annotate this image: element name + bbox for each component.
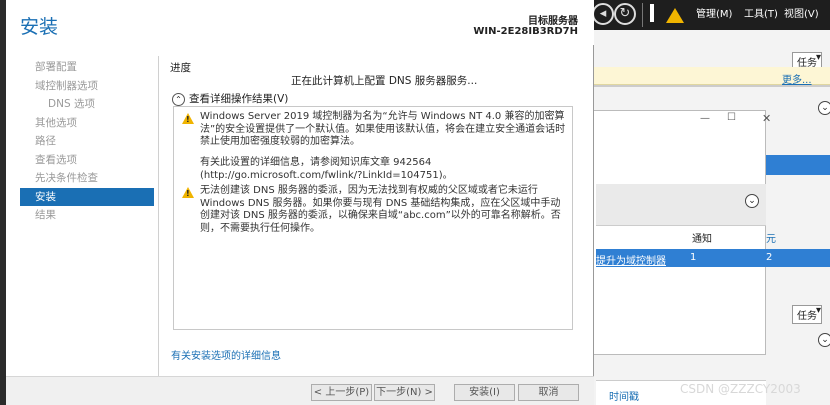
nav-step-deploy[interactable]: 部署配置 — [20, 58, 154, 77]
nav-step-paths[interactable]: 路径 — [20, 132, 154, 151]
warning-icon — [182, 187, 194, 201]
nav-step-dc-options[interactable]: 域控制器选项 — [20, 77, 154, 96]
notification-warning-icon[interactable] — [666, 8, 684, 23]
message-text: 有关此设置的详细信息，请参阅知识库文章 942564 (http://go.mi… — [200, 157, 453, 181]
warning-icon — [182, 113, 194, 127]
promote-dc-link[interactable]: 提升为域控制器 — [596, 252, 666, 267]
column-notify[interactable]: 通知 — [692, 230, 712, 245]
target-server-name: WIN-2E28IB3RD7H — [473, 26, 578, 37]
expand-icon-1[interactable]: ⌄ — [818, 101, 830, 115]
message-item: 有关此设置的详细信息，请参阅知识库文章 942564 (http://go.mi… — [182, 157, 570, 182]
menu-tools[interactable]: 工具(T) — [744, 5, 778, 20]
install-button[interactable]: 安装(I) — [454, 384, 515, 401]
message-text: Windows Server 2019 域控制器为名为“允许与 Windows … — [200, 111, 566, 147]
flag-pole — [650, 4, 654, 22]
back-icon[interactable]: ◂ — [592, 3, 614, 25]
details-toggle[interactable]: ⌃ 查看详细操作结果(V) — [172, 91, 288, 106]
button-bar: < 上一步(P) 下一步(N) > 安装(I) 取消 — [6, 376, 594, 405]
task-details-window — [590, 110, 766, 355]
divider — [590, 85, 830, 87]
message-item: Windows Server 2019 域控制器为名为“允许与 Windows … — [182, 111, 570, 149]
notify-count: 1 — [690, 252, 697, 263]
details-results-box: Windows Server 2019 域控制器为名为“允许与 Windows … — [173, 106, 573, 330]
selected-tile[interactable] — [766, 155, 830, 175]
nav-step-dns-options[interactable]: DNS 选项 — [20, 95, 154, 114]
task-row-selected-continued[interactable]: 2 — [766, 249, 830, 267]
menu-manage[interactable]: 管理(M) — [696, 5, 732, 20]
nav-step-results[interactable]: 结果 — [20, 206, 154, 225]
message-text: 无法创建该 DNS 服务器的委派，因为无法找到有权威的父区域或者它未运行 Win… — [200, 185, 561, 234]
watermark: CSDN @ZZZCY2003 — [680, 382, 801, 396]
task-dropdown-icon[interactable]: ▾ — [816, 52, 821, 63]
expand-icon-3[interactable]: ⌄ — [818, 333, 830, 347]
section-title: 进度 — [170, 62, 191, 74]
expand-icon-2[interactable]: ⌄ — [745, 194, 759, 208]
ad-ds-config-wizard: 安装 目标服务器 WIN-2E28IB3RD7H 部署配置 域控制器选项 DNS… — [6, 0, 594, 405]
refresh-icon[interactable]: ↻ — [614, 3, 636, 25]
nav-divider — [158, 56, 159, 386]
chevron-up-icon: ⌃ — [172, 92, 185, 106]
column-status-cut: 元 — [766, 234, 776, 245]
target-server-label: 目标服务器 — [528, 16, 578, 27]
more-info-link[interactable]: 有关安装选项的详细信息 — [171, 347, 281, 362]
nav-step-review[interactable]: 查看选项 — [20, 151, 154, 170]
details-toggle-label: 查看详细操作结果(V) — [189, 93, 289, 105]
wizard-header: 安装 目标服务器 WIN-2E28IB3RD7H — [6, 0, 594, 45]
close-icon[interactable]: ✕ — [762, 112, 771, 125]
status-text: 正在此计算机上配置 DNS 服务器服务... — [291, 75, 478, 87]
nav-step-prereq[interactable]: 先决条件检查 — [20, 169, 154, 188]
task-row-selected[interactable]: 提升为域控制器 1 — [596, 249, 766, 267]
nav-step-other-options[interactable]: 其他选项 — [20, 114, 154, 133]
cancel-button[interactable]: 取消 — [518, 384, 579, 401]
task-dropdown-icon-2[interactable]: ▾ — [816, 305, 821, 316]
next-button[interactable]: 下一步(N) > — [374, 384, 435, 401]
task-panel-header — [596, 184, 766, 226]
timestamp-column[interactable]: 时间戳 — [609, 388, 639, 403]
minimize-icon[interactable]: — — [700, 113, 710, 124]
previous-button[interactable]: < 上一步(P) — [311, 384, 372, 401]
maximize-icon[interactable]: ☐ — [727, 112, 736, 123]
menu-view[interactable]: 视图(V) — [784, 5, 819, 20]
more-link[interactable]: 更多... — [782, 71, 812, 86]
wizard-steps-nav: 部署配置 域控制器选项 DNS 选项 其他选项 路径 查看选项 先决条件检查 安… — [20, 58, 154, 225]
server-manager-topbar: ◂ ↻ 管理(M) 工具(T) 视图(V) — [590, 0, 830, 30]
message-item: 无法创建该 DNS 服务器的委派，因为无法找到有权威的父区域或者它未运行 Win… — [182, 185, 570, 235]
separator — [642, 3, 643, 27]
page-title: 安装 — [20, 16, 59, 38]
nav-step-install[interactable]: 安装 — [20, 187, 154, 206]
